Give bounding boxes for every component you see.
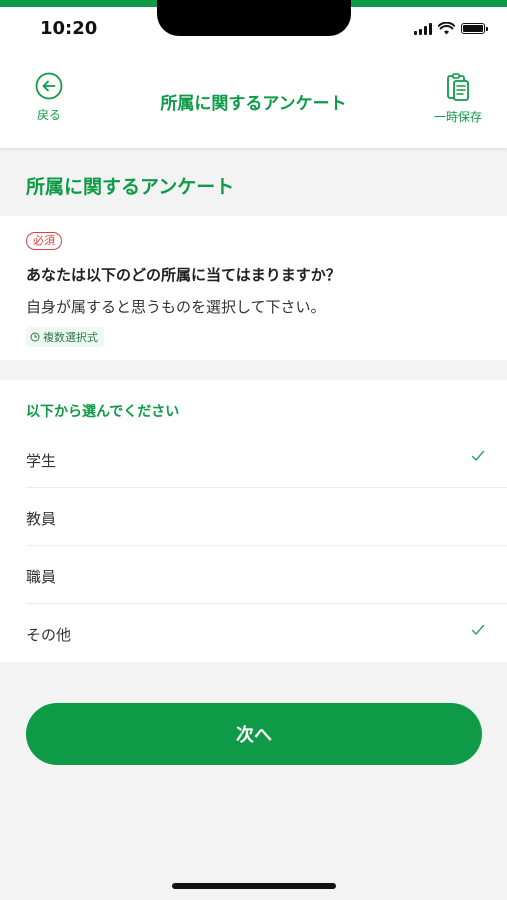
check-icon [471,450,485,461]
option-teacher[interactable]: 教員 [26,488,507,546]
option-label: 教員 [26,510,57,528]
required-badge: 必須 [26,232,62,250]
home-indicator [172,883,336,889]
question-instruction: 自身が属すると思うものを選択して下さい。 [26,298,326,316]
cellular-signal-icon [414,22,432,35]
clock-icon [30,332,40,342]
question-text: あなたは以下のどの所属に当てはまりますか？ [26,266,341,284]
status-icons [414,22,488,35]
option-label: 学生 [26,452,57,470]
option-student[interactable]: 学生 [26,430,507,488]
status-time: 10:20 [40,18,98,39]
multi-select-tag: 複数選択式 [26,327,104,347]
options-header: 以下から選んでください [26,404,180,420]
section-title: 所属に関するアンケート [26,176,235,198]
check-icon [471,624,485,635]
option-other[interactable]: その他 [26,604,507,662]
next-button[interactable]: 次へ [26,703,482,765]
options-card: 以下から選んでください 学生 教員 職員 その他 [0,380,507,662]
multi-select-label: 複数選択式 [43,331,98,344]
option-label: 職員 [26,568,57,586]
clipboard-icon [447,73,469,101]
wifi-icon [438,22,455,35]
save-draft-label: 一時保存 [433,110,482,124]
app-header: 戻る 所属に関するアンケート 一時保存 [0,56,507,148]
option-label: その他 [26,626,72,644]
device-notch [157,0,351,36]
save-draft-button[interactable]: 一時保存 [431,72,485,132]
battery-icon [461,23,488,34]
question-card: 必須 あなたは以下のどの所属に当てはまりますか？ 自身が属すると思うものを選択し… [0,216,507,360]
option-staff[interactable]: 職員 [26,546,507,604]
